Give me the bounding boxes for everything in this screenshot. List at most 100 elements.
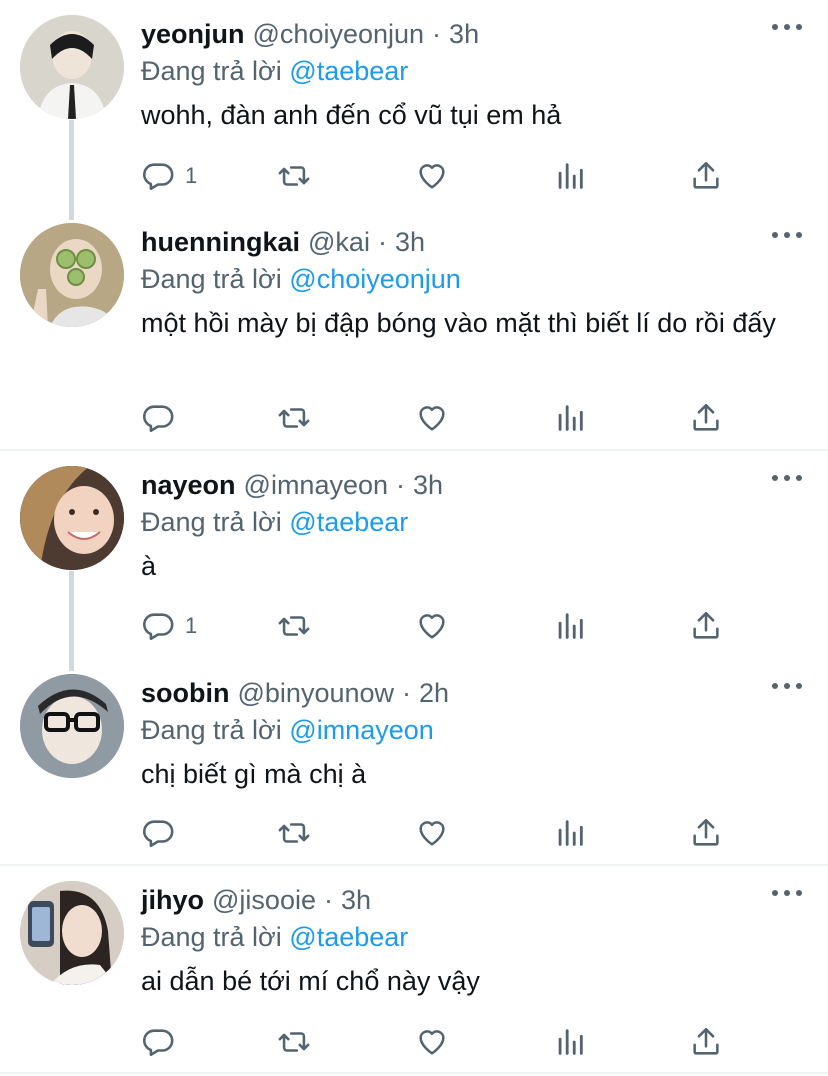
retweet-icon [278,166,310,186]
action-bar [141,813,728,853]
replying-prefix: Đang trả lời [141,715,282,745]
mention-link[interactable]: @taebear [289,507,408,537]
tweet[interactable]: soobin @binyounow · 2h Đang trả lời @imn… [0,659,828,865]
retweet-button[interactable] [277,156,311,196]
replying-prefix: Đang trả lời [141,264,282,294]
separator-dot: · [377,227,387,257]
more-icon[interactable] [772,681,802,691]
timestamp[interactable]: 3h [341,880,371,920]
author-name[interactable]: yeonjun [141,14,245,54]
analytics-button[interactable] [553,1022,587,1062]
share-button[interactable] [689,606,723,646]
author-handle[interactable]: @kai [308,222,370,262]
share-button[interactable] [689,156,723,196]
reply-button[interactable] [141,1022,185,1062]
avatar[interactable] [20,674,124,778]
tweet[interactable]: jihyo @jisooie · 3h Đang trả lời @taebea… [0,866,828,1074]
more-icon[interactable] [772,22,802,32]
separator-dot: · [402,678,412,708]
action-bar: 1 [141,606,728,646]
tweet-text: à [141,551,157,581]
replying-prefix: Đang trả lời [141,56,282,86]
replying-prefix: Đang trả lời [141,922,282,952]
analytics-icon [558,820,583,846]
mention-link[interactable]: @choiyeonjun [289,264,461,294]
action-bar [141,1022,728,1062]
tweet-text: wohh, đàn anh đến cổ vũ tụi em hả [141,100,562,130]
retweet-icon [278,616,310,636]
like-button[interactable] [415,156,449,196]
tweet-text: chị biết gì mà chị à [141,759,367,789]
author-handle[interactable]: @imnayeon [244,465,388,505]
divider [0,1072,828,1074]
separator-dot: · [323,885,333,915]
analytics-button[interactable] [553,813,587,853]
timestamp[interactable]: 3h [449,14,479,54]
avatar[interactable] [20,15,124,119]
reply-button[interactable]: 1 [141,606,197,646]
retweet-button[interactable] [277,606,311,646]
author-handle[interactable]: @jisooie [212,880,316,920]
share-button[interactable] [689,1022,723,1062]
author-handle[interactable]: @choiyeonjun [253,14,425,54]
reply-button[interactable] [141,398,185,438]
retweet-button[interactable] [277,813,311,853]
replying-to: Đang trả lời @choiyeonjun [141,262,808,296]
avatar[interactable] [20,466,124,570]
reply-icon [143,163,174,191]
author-name[interactable]: soobin [141,673,230,713]
action-bar [141,398,728,438]
reply-button[interactable]: 1 [141,156,197,196]
share-button[interactable] [689,398,723,438]
author-handle[interactable]: @binyounow [238,673,395,713]
share-icon [693,161,719,189]
tweet-text: ai dẫn bé tới mí chổ này vậy [141,966,480,996]
like-button[interactable] [415,606,449,646]
replying-to: Đang trả lời @taebear [141,920,808,954]
reply-count: 1 [185,613,198,638]
share-icon [693,403,719,431]
share-icon [693,611,719,639]
more-icon[interactable] [772,473,802,483]
mention-link[interactable]: @imnayeon [289,715,433,745]
mention-link[interactable]: @taebear [289,56,408,86]
like-button[interactable] [415,398,449,438]
reply-button[interactable] [141,813,185,853]
share-icon [693,1027,719,1055]
tweet[interactable]: yeonjun @choiyeonjun · 3h Đang trả lời @… [0,0,828,220]
author-name[interactable]: nayeon [141,465,236,505]
avatar[interactable] [20,223,124,327]
tweet[interactable]: nayeon @imnayeon · 3h Đang trả lời @taeb… [0,451,828,671]
separator-dot: · [432,19,442,49]
like-button[interactable] [415,813,449,853]
like-button[interactable] [415,1022,449,1062]
reply-icon [143,820,174,848]
mention-link[interactable]: @taebear [289,922,408,952]
retweet-button[interactable] [277,398,311,438]
tweet-text: một hồi mày bị đập bóng vào mặt thì biết… [141,308,776,338]
author-name[interactable]: jihyo [141,880,204,920]
tweet[interactable]: huenningkai @kai · 3h Đang trả lời @choi… [0,208,828,450]
author-name[interactable]: huenningkai [141,222,300,262]
retweet-button[interactable] [277,1022,311,1062]
timestamp[interactable]: 2h [419,673,449,713]
analytics-button[interactable] [553,156,587,196]
more-icon[interactable] [772,230,802,240]
heart-icon [419,1030,445,1055]
analytics-button[interactable] [553,606,587,646]
avatar[interactable] [20,881,124,985]
timestamp[interactable]: 3h [413,465,443,505]
heart-icon [419,614,445,639]
analytics-button[interactable] [553,398,587,438]
thread-line [69,571,74,671]
retweet-icon [278,823,310,843]
timestamp[interactable]: 3h [395,222,425,262]
heart-icon [419,164,445,189]
share-icon [693,818,719,846]
analytics-icon [558,1029,583,1055]
more-icon[interactable] [772,888,802,898]
reply-icon [143,405,174,433]
replying-to: Đang trả lời @taebear [141,505,808,539]
share-button[interactable] [689,813,723,853]
reply-count: 1 [185,163,198,188]
